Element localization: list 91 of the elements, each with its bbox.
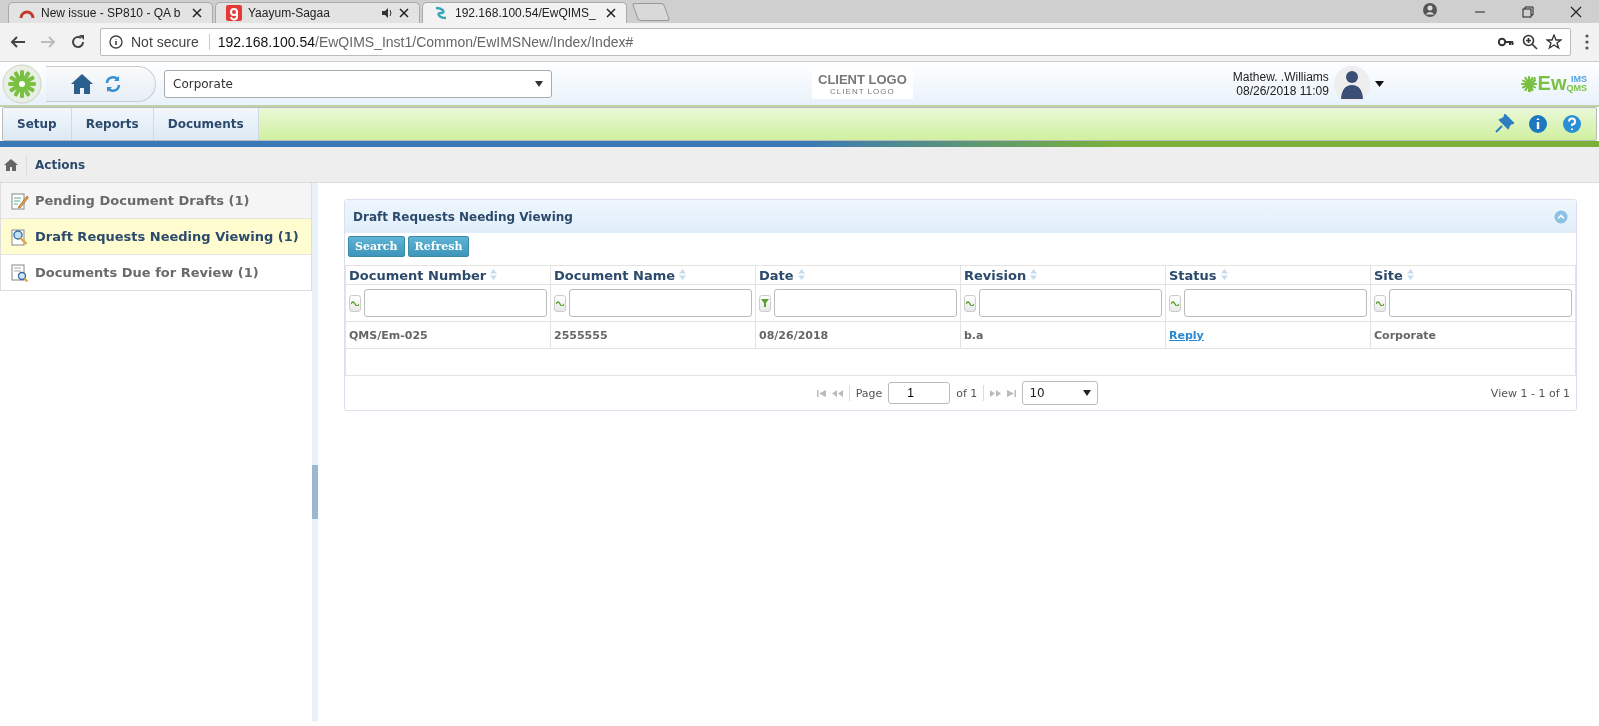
column-header[interactable]: Revision [960,265,1166,285]
url-text: 192.168.100.54/EwQIMS_Inst1/Common/EwIMSNew/Index/Index# [217,34,634,50]
next-page-icon[interactable] [990,389,1002,397]
close-icon[interactable] [192,8,202,18]
restore-icon[interactable] [1522,6,1534,18]
document-search-icon [11,263,29,282]
table-cell: Corporate [1374,328,1437,342]
menu-item[interactable]: Documents [153,108,259,140]
user-avatar-icon[interactable] [1332,64,1371,103]
table-cell: 08/26/2018 [759,328,829,342]
more-icon[interactable] [1585,34,1589,50]
close-icon[interactable] [1570,6,1582,18]
filter-mode-button[interactable] [349,294,361,312]
filter-field[interactable] [1389,289,1572,317]
funnel-icon [761,299,769,307]
filter-field[interactable] [774,289,957,317]
refresh-icon[interactable] [104,74,122,93]
user-name: Mathew. .Williams [1232,69,1329,84]
page-field[interactable]: 1 [888,382,951,404]
filter-field[interactable] [364,289,547,317]
action-item[interactable]: Draft Requests Needing Viewing (1) [1,219,311,255]
page-label: Page [855,386,883,400]
tilde-icon [1376,300,1384,306]
splitter-handle[interactable] [312,465,318,519]
column-header[interactable]: Site [1370,265,1576,285]
speaker-icon[interactable] [381,7,393,19]
filter-field[interactable] [569,289,752,317]
browser-tab[interactable]: New issue - SP810 - QA b [8,2,213,23]
security-label: Not secure [131,34,210,50]
column-header[interactable]: Status [1165,265,1371,285]
browser-tab[interactable]: Yaayum-Sagaa [215,2,420,23]
page-count: of 1 [956,386,978,400]
menu-item[interactable]: Setup [3,108,72,140]
reload-icon[interactable] [70,34,86,50]
document-magnifier-icon [11,227,29,246]
collapse-icon[interactable] [1554,209,1568,224]
dropdown-arrow-icon [535,80,543,87]
home-icon[interactable] [70,72,94,95]
site-dropdown[interactable]: Corporate [164,69,552,98]
table-cell: 2555555 [554,328,608,342]
previous-page-icon[interactable] [831,389,843,397]
action-item[interactable]: Pending Document Drafts (1) [1,183,311,219]
document-pencil-icon [11,191,29,210]
filter-mode-button[interactable] [964,294,976,312]
new-tab-button[interactable] [631,3,671,21]
sunburst-logo-icon[interactable] [2,63,42,104]
filter-mode-button[interactable] [1374,294,1386,312]
login-datetime: 08/26/2018 11:09 [1235,83,1329,98]
info-icon[interactable] [1528,114,1548,134]
home-icon[interactable] [4,158,18,171]
tilde-icon [1171,300,1179,306]
tilde-icon [966,300,974,306]
zoom-icon[interactable] [1522,34,1538,50]
back-icon[interactable] [10,34,26,50]
caret-icon[interactable] [1374,80,1384,87]
page-size-dropdown[interactable]: 10 [1022,381,1099,405]
client-logo: CLIENT LOGO CLIENT LOGO [812,68,913,99]
column-header[interactable]: Document Number [345,265,551,285]
last-page-icon[interactable] [1007,389,1017,397]
key-icon[interactable] [1498,37,1514,47]
close-icon[interactable] [606,8,616,18]
column-header[interactable]: Date [755,265,961,285]
menu-item[interactable]: Reports [71,108,154,140]
forward-icon[interactable] [40,34,56,50]
account-icon[interactable] [1422,2,1438,18]
filter-mode-button[interactable] [759,294,771,312]
help-icon[interactable] [1562,114,1582,134]
tilde-icon [556,300,564,306]
filter-field[interactable] [1184,289,1367,317]
dropdown-arrow-icon [1083,390,1092,396]
info-icon [109,35,123,49]
browser-tab[interactable]: 192.168.100.54/EwQIMS_ [422,2,627,23]
table-cell: b.a [964,328,984,342]
swirl-logo-icon [433,5,449,21]
breadcrumb-item[interactable]: Actions [35,157,86,172]
filter-mode-button[interactable] [1169,294,1181,312]
pin-icon[interactable] [1494,114,1514,134]
reply-link[interactable]: Reply [1169,328,1204,342]
table-cell: QMS/Em-025 [349,328,428,342]
panel-title: Draft Requests Needing Viewing [353,209,573,224]
filter-mode-button[interactable] [554,294,566,312]
close-icon[interactable] [399,8,409,18]
address-field[interactable]: Not secure 192.168.100.54/EwQIMS_Inst1/Common/EwIMSNew/Index/Index# [100,28,1571,56]
first-page-icon[interactable] [816,389,826,397]
sunburst-icon [1519,74,1538,93]
g-logo-icon [226,5,242,21]
tilde-icon [351,300,359,306]
column-header[interactable]: Document Name [550,265,756,285]
star-icon[interactable] [1546,34,1562,50]
filter-field[interactable] [979,289,1162,317]
record-count: View 1 - 1 of 1 [1490,386,1570,400]
